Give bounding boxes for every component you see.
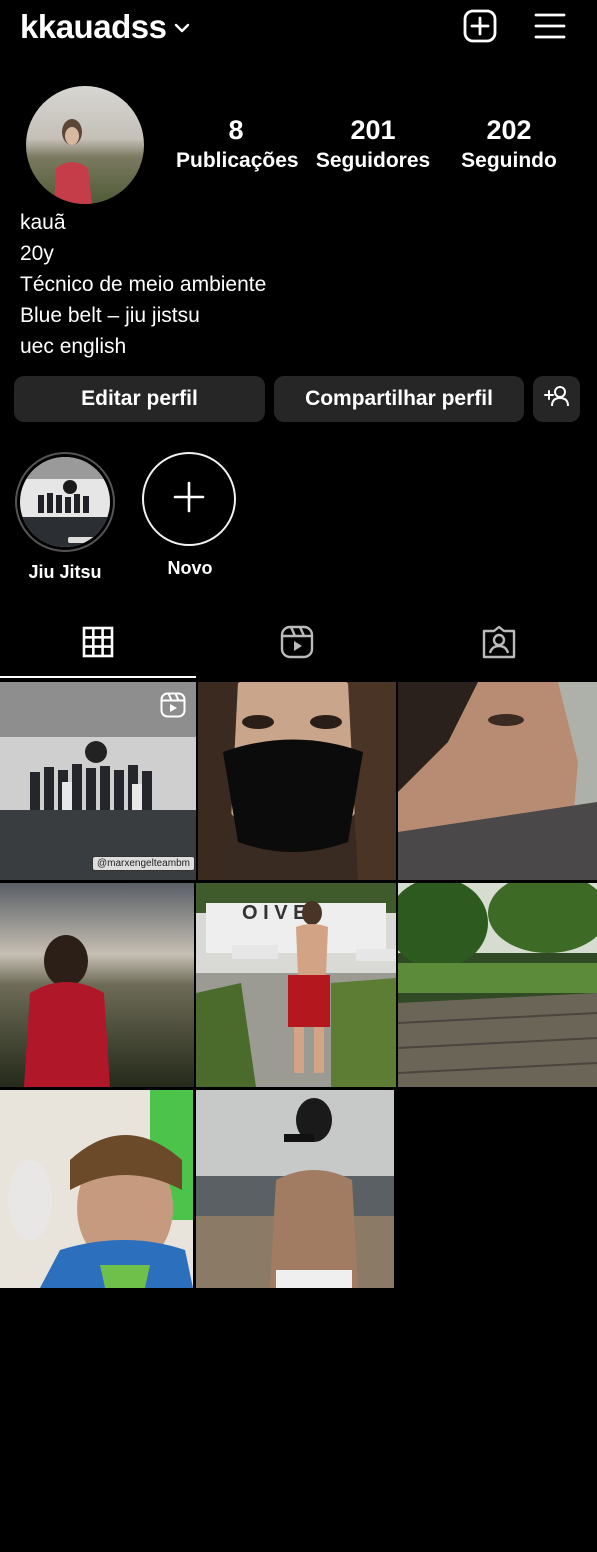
active-tab-indicator	[0, 676, 196, 678]
following-count: 202	[486, 115, 532, 145]
post-thumbnail[interactable]: @marxengelteambm	[0, 682, 196, 880]
followers-label: Seguidores	[315, 149, 431, 172]
stat-followers[interactable]: 201 Seguidores	[313, 114, 433, 176]
tagged-icon	[482, 625, 516, 664]
add-person-icon	[543, 385, 570, 413]
create-button[interactable]	[462, 9, 498, 48]
tab-reels[interactable]	[199, 610, 395, 678]
highlight-ring	[15, 452, 115, 552]
posts-label: Publicações	[176, 149, 299, 172]
profile-avatar[interactable]	[26, 86, 144, 204]
highlight-jiu-jitsu[interactable]: Jiu Jitsu	[15, 452, 115, 583]
highlight-label: Novo	[167, 558, 213, 578]
tab-posts-grid[interactable]	[0, 610, 196, 678]
bio-line: Técnico de meio ambiente	[20, 273, 267, 296]
following-label: Seguindo	[461, 149, 557, 172]
grid-icon	[82, 626, 114, 663]
stat-following[interactable]: 202 Seguindo	[454, 114, 564, 176]
post-thumbnail[interactable]	[198, 682, 396, 880]
username: kkauadss	[20, 8, 167, 45]
post-thumbnail[interactable]	[196, 1090, 394, 1288]
tab-tagged[interactable]	[400, 610, 597, 678]
bio-line: 20y	[20, 242, 54, 265]
highlight-label: Jiu Jitsu	[28, 562, 102, 582]
post-thumbnail[interactable]: O I V E	[196, 883, 396, 1087]
post-thumbnail[interactable]	[0, 1090, 193, 1288]
followers-count: 201	[350, 115, 396, 145]
post-tag-label: @marxengelteambm	[92, 856, 195, 871]
hamburger-menu-icon	[534, 12, 566, 45]
highlight-cover	[20, 457, 110, 547]
svg-text:O I V E: O I V E	[242, 902, 306, 924]
share-profile-button[interactable]: Compartilhar perfil	[274, 376, 524, 422]
profile-bio: kauã 20y Técnico de meio ambiente Blue b…	[20, 207, 266, 362]
post-thumbnail[interactable]	[398, 883, 597, 1087]
new-highlight-circle	[142, 452, 236, 546]
highlight-new[interactable]: Novo	[142, 452, 238, 579]
bio-name: kauã	[20, 211, 66, 234]
posts-count: 8	[228, 115, 244, 145]
top-header: kkauadss	[0, 0, 597, 56]
stat-posts[interactable]: 8 Publicações	[176, 114, 299, 176]
reels-icon	[280, 625, 314, 664]
discover-people-button[interactable]	[533, 376, 580, 422]
reel-icon	[160, 692, 186, 718]
account-switcher[interactable]: kkauadss	[20, 8, 190, 46]
bio-line: Blue belt – jiu jistsu	[20, 304, 200, 327]
menu-button[interactable]	[532, 10, 568, 46]
post-thumbnail[interactable]	[398, 682, 597, 880]
edit-profile-button[interactable]: Editar perfil	[14, 376, 265, 422]
plus-icon	[173, 481, 205, 518]
post-thumbnail[interactable]	[0, 883, 194, 1087]
plus-square-icon	[463, 9, 497, 48]
chevron-down-icon	[174, 20, 190, 38]
bio-line: uec english	[20, 335, 127, 358]
